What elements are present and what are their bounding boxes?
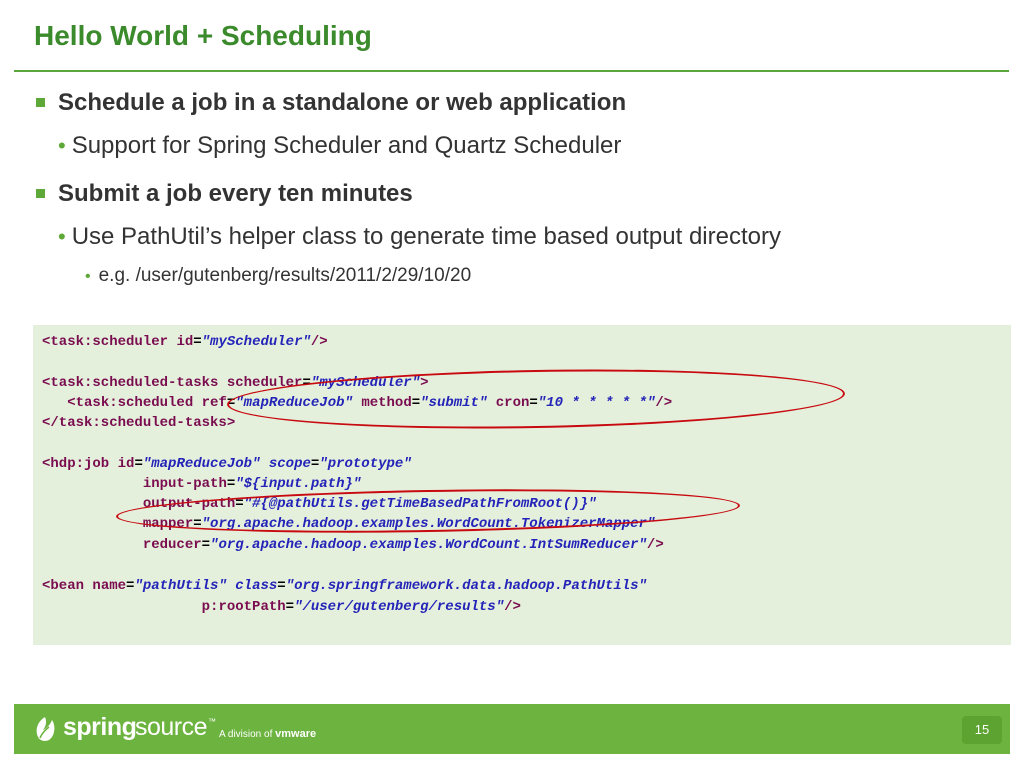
dot-bullet-icon: • [85,268,91,285]
code-value: "/user/gutenberg/results" [294,599,505,615]
code-line: <bean name="pathUtils" class="org.spring… [42,576,647,596]
square-bullet-icon [36,98,45,107]
spring-leaf-icon [36,717,55,741]
brand-spring: spring [63,713,137,741]
slide-title: Hello World + Scheduling [34,20,372,51]
dot-bullet-icon: • [58,224,66,249]
code-line: </task:scheduled-tasks> [42,413,235,433]
code-eq: = [277,578,286,594]
code-tag: <hdp:job [42,456,110,472]
code-attr: p:rootPath [201,599,286,615]
page-number: 15 [962,716,1002,744]
division-brand: vmware [275,728,317,740]
code-eq: = [285,599,295,615]
bullet-text: Use PathUtil’s helper class to generate … [71,223,781,250]
code-eq: = [193,334,202,350]
code-attr: ref [201,395,227,411]
code-value: "pathUtils" [134,578,227,594]
code-line: reducer="org.apache.hadoop.examples.Word… [42,535,664,555]
code-attr: id [117,456,135,472]
bullet-level2: • Support for Spring Scheduler and Quartz… [58,132,621,160]
square-bullet-icon [36,189,45,198]
code-tag: </task:scheduled-tasks> [42,415,236,431]
code-eq: = [201,537,211,553]
title-divider [14,70,1009,72]
bullet-text: Schedule a job in a standalone or web ap… [58,89,627,116]
code-tag-end: /> [646,537,664,553]
code-eq: = [226,476,236,492]
bullet-level2: • Use PathUtil’s helper class to generate… [58,223,781,251]
code-value: "mapReduceJob" [142,456,261,472]
code-tag-end: /> [504,599,521,615]
code-eq: = [134,456,143,472]
code-value: "myScheduler" [201,334,311,350]
code-tag: <bean [42,578,85,594]
code-tag: <task:scheduled [67,395,194,411]
code-line: input-path="${input.path}" [42,474,361,494]
code-attr: id [176,334,194,350]
code-line: p:rootPath="/user/gutenberg/results"/> [42,597,521,617]
code-attr: input-path [142,476,227,492]
code-value: "org.springframework.data.hadoop.PathUti… [285,578,647,594]
code-line: <hdp:job id="mapReduceJob" scope="protot… [42,454,412,474]
bullet-text: Submit a job every ten minutes [58,180,413,207]
dot-bullet-icon: • [58,133,66,158]
code-value: "prototype" [319,456,412,472]
slide-footer: spring source ™ A division of vmware 15 [14,704,1010,754]
code-tag-end: /> [310,334,328,350]
brand-source: source [135,713,208,741]
bullet-level3: • e.g. /user/gutenberg/results/2011/2/29/… [85,265,471,287]
trademark: ™ [208,717,216,726]
bullet-text: e.g. /user/gutenberg/results/2011/2/29/1… [98,265,472,286]
code-tag: <task:scheduled-tasks [42,375,219,391]
code-value: "${input.path}" [235,476,362,492]
bullet-text: Support for Spring Scheduler and Quartz … [71,132,622,159]
code-line: <task:scheduler id="myScheduler"/> [42,332,328,352]
code-attr: name [92,578,127,594]
code-attr: reducer [142,537,202,553]
division-prefix: A division of [219,729,273,740]
code-tag: <task:scheduler [42,334,169,350]
code-attr: class [235,578,278,594]
code-value: "org.apache.hadoop.examples.WordCount.In… [210,537,647,553]
code-attr: scope [268,456,311,472]
division-text: A division of vmware [219,728,316,740]
